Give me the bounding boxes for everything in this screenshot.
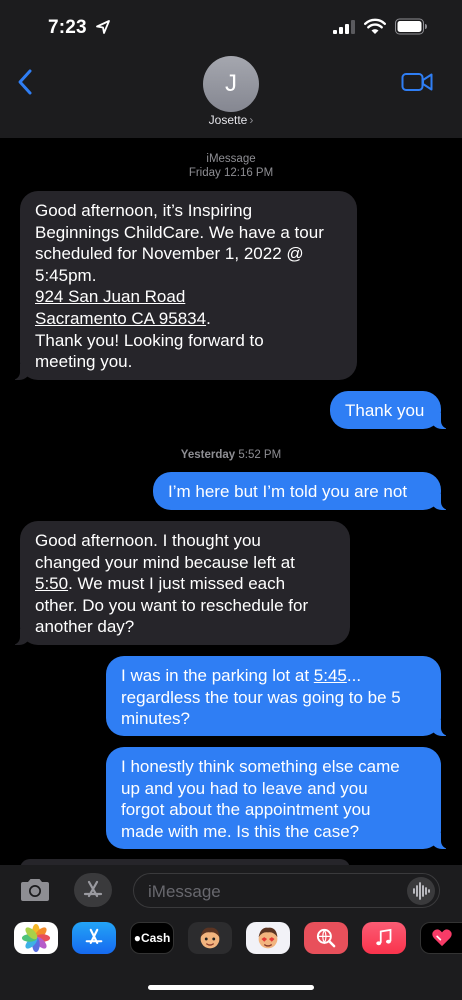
- incoming-message-bubble[interactable]: Good afternoon, it’s Inspiring Beginning…: [10, 191, 357, 380]
- apps-button[interactable]: [74, 873, 112, 907]
- chevron-right-icon: ›: [249, 113, 254, 127]
- heart-icon: [431, 929, 452, 947]
- wifi-icon: [364, 18, 386, 34]
- conversation-header: J Josette ›: [0, 52, 462, 138]
- apple-cash-icon: ●Cash: [134, 931, 171, 945]
- back-chevron-icon[interactable]: [16, 68, 34, 96]
- timestamp-day: Yesterday: [180, 449, 236, 461]
- app-store-icon: [85, 928, 103, 944]
- message-line: other. Do you want to reschedule for: [35, 595, 309, 615]
- avatar-initial: J: [225, 70, 237, 97]
- facetime-video-icon[interactable]: [401, 71, 433, 93]
- message-line: Good afternoon, it’s Inspiring: [35, 201, 253, 220]
- message-line: made with me. Is this the case?: [121, 821, 360, 841]
- camera-icon[interactable]: [18, 877, 52, 903]
- message-input-placeholder: iMessage: [148, 882, 221, 901]
- message-line: Thank you: [345, 401, 425, 420]
- message-text: . We must I just missed each: [68, 574, 286, 594]
- cellular-signal-icon: [333, 20, 355, 34]
- photos-app-button[interactable]: [14, 922, 58, 954]
- timestamp-text: Friday 12:16 PM: [188, 167, 274, 179]
- timestamp: Yesterday 5:52 PM: [0, 449, 462, 462]
- message-input[interactable]: iMessage: [133, 873, 440, 908]
- outgoing-message-bubble[interactable]: I was in the parking lot at 5:45... rega…: [106, 656, 451, 736]
- outgoing-message-bubble[interactable]: Thank you: [330, 391, 451, 429]
- incoming-message-bubble[interactable]: Good afternoon. I thought you changed yo…: [10, 521, 350, 645]
- message-line: I’m here but I’m told you are not: [168, 482, 408, 501]
- photos-icon: [21, 923, 51, 953]
- apple-cash-app-button[interactable]: ●Cash: [130, 922, 174, 954]
- battery-icon: [395, 18, 427, 35]
- audio-record-button[interactable]: [407, 877, 435, 905]
- address-link[interactable]: 924 San Juan Road: [35, 286, 342, 308]
- message-line: regardless the tour was going to be 5: [121, 687, 401, 707]
- contact-avatar[interactable]: J: [203, 56, 259, 112]
- address-link[interactable]: Sacramento CA 95834: [35, 309, 206, 328]
- message-line: another day?: [35, 617, 135, 637]
- message-line: changed your mind because left at: [35, 552, 295, 572]
- message-text: .: [206, 308, 211, 328]
- memoji-sticker-icon: [258, 927, 278, 949]
- cash-label: Cash: [140, 931, 171, 945]
- message-line: Beginnings ChildCare. We have a tour: [35, 222, 324, 242]
- digital-touch-app-button[interactable]: [420, 922, 462, 954]
- message-line: meeting you.: [35, 352, 133, 372]
- time-link[interactable]: 5:50: [35, 574, 68, 593]
- message-line: minutes?: [121, 709, 190, 729]
- message-thread[interactable]: iMessage Friday 12:16 PM Good afternoon,…: [0, 138, 462, 865]
- outgoing-message-bubble[interactable]: I’m here but I’m told you are not: [153, 472, 451, 510]
- message-line: forgot about the appointment you: [121, 800, 371, 820]
- music-note-icon: [376, 928, 392, 946]
- outgoing-message-bubble[interactable]: I honestly think something else came up …: [106, 747, 451, 849]
- app-store-app-button[interactable]: [72, 922, 116, 954]
- status-time: 7:23: [48, 17, 87, 38]
- app-drawer: ●Cash: [0, 917, 462, 1000]
- memoji-stickers-app-button[interactable]: [246, 922, 290, 954]
- app-store-icon: [83, 880, 103, 898]
- message-text: I was in the parking lot at: [121, 666, 314, 685]
- compose-bar: iMessage: [0, 865, 462, 917]
- contact-name-button[interactable]: Josette ›: [0, 113, 462, 127]
- contact-name: Josette: [208, 113, 248, 127]
- memoji-app-button[interactable]: [188, 922, 232, 954]
- message-text: ...: [346, 666, 362, 685]
- timestamp: Friday 12:16 PM: [0, 167, 462, 180]
- service-label: iMessage: [0, 153, 462, 166]
- message-line: Thank you! Looking forward to: [35, 330, 264, 350]
- message-line: up and you had to leave and you: [121, 778, 368, 798]
- status-bar: 7:23: [0, 0, 462, 52]
- memoji-icon: [200, 927, 220, 949]
- message-line: 5:45pm.: [35, 265, 97, 285]
- waveform-icon: [413, 882, 430, 900]
- images-search-app-button[interactable]: [304, 922, 348, 954]
- timestamp-time: 5:52 PM: [238, 449, 282, 461]
- location-arrow-icon: [96, 20, 110, 34]
- message-line: I honestly think something else came: [121, 757, 400, 776]
- apple-logo-icon: ●: [133, 931, 141, 945]
- message-line: scheduled for November 1, 2022 @: [35, 244, 304, 264]
- service-name: iMessage: [206, 153, 256, 165]
- music-app-button[interactable]: [362, 922, 406, 954]
- home-indicator[interactable]: [148, 985, 314, 990]
- time-link[interactable]: 5:45: [314, 666, 347, 685]
- globe-search-icon: [316, 928, 336, 948]
- message-line: Good afternoon. I thought you: [35, 531, 261, 550]
